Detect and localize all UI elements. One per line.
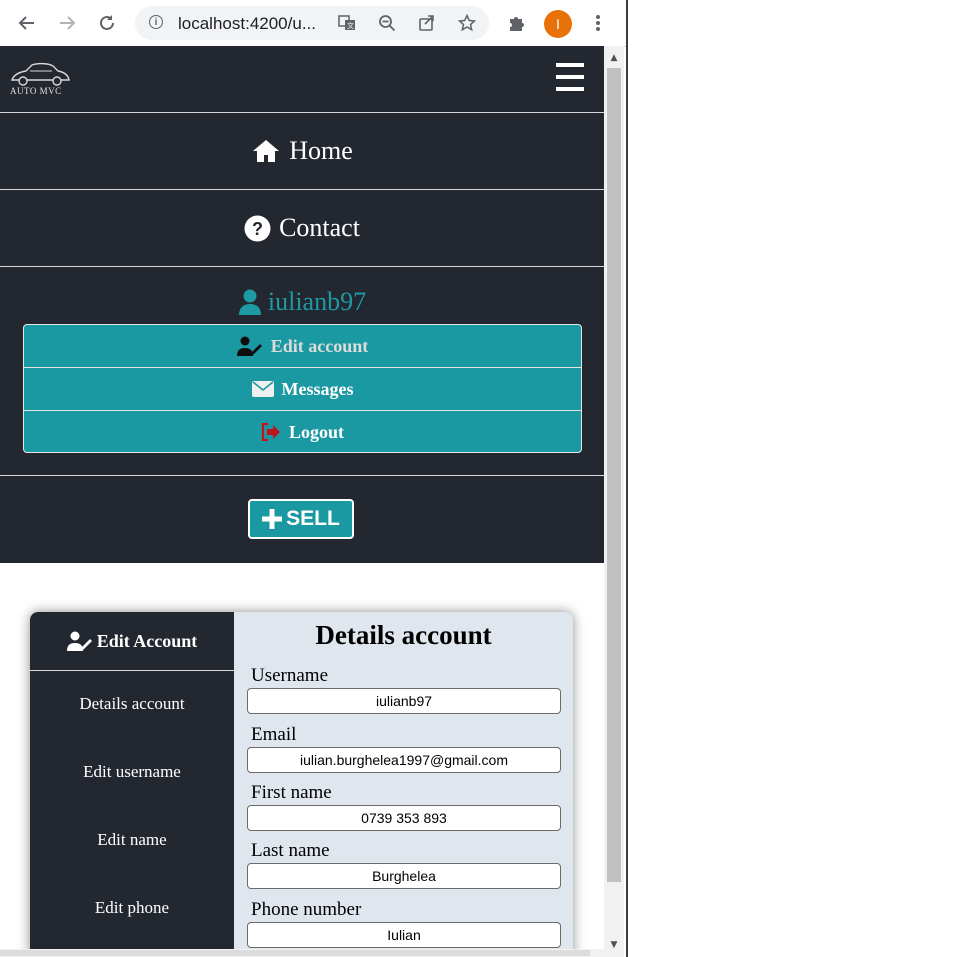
account-card: Edit Account Details account Edit userna… (30, 612, 573, 957)
first-name-field-label: First name (251, 782, 332, 803)
sell-button[interactable]: SELL (248, 499, 354, 539)
nav-home[interactable]: Home (0, 112, 604, 189)
sign-out-icon (261, 423, 281, 441)
svg-text:文: 文 (347, 21, 354, 30)
account-sidebar-title: Edit Account (96, 630, 198, 651)
phone-number-field-label: Phone number (251, 899, 362, 920)
username-field-label: Username (251, 665, 329, 686)
extensions-icon[interactable] (503, 9, 531, 37)
sell-section: SELL (0, 475, 604, 564)
username-field[interactable]: iulianb97 (247, 688, 561, 714)
menu-logout[interactable]: Logout (24, 410, 581, 452)
hamburger-menu-icon[interactable] (556, 63, 584, 95)
logo-text: AUTO MVC (10, 86, 62, 96)
account-details-panel: Details account Username iulianb97 Email… (234, 612, 573, 957)
horizontal-scrollbar-thumb[interactable] (0, 950, 590, 956)
account-sidebar-header: Edit Account (30, 612, 234, 671)
site-info-icon[interactable]: i (149, 15, 163, 29)
bookmark-star-icon[interactable] (455, 11, 479, 35)
user-edit-icon (66, 631, 93, 651)
plus-icon (262, 509, 283, 529)
user-menu-toggle[interactable]: iulianb97 (0, 287, 604, 317)
scroll-down-icon[interactable]: ▼ (604, 937, 624, 953)
zoom-out-icon[interactable] (375, 11, 399, 35)
home-icon (251, 138, 281, 164)
profile-avatar[interactable]: I (544, 10, 572, 38)
translate-icon[interactable]: 文 (335, 11, 359, 35)
menu-edit-account-label: Edit account (270, 335, 369, 356)
envelope-icon (251, 381, 274, 397)
username-label: iulianb97 (267, 287, 367, 316)
nav-contact-label: Contact (279, 213, 360, 242)
menu-messages-label: Messages (281, 378, 354, 399)
question-circle-icon: ? (244, 215, 271, 242)
sidebar-item-details-account[interactable]: Details account (30, 694, 234, 714)
url-text[interactable]: localhost:4200/u... (178, 14, 316, 34)
svg-text:?: ? (252, 219, 263, 239)
address-bar[interactable]: i localhost:4200/u... 文 (135, 6, 489, 40)
last-name-field[interactable]: Burghelea (247, 863, 561, 889)
phone-number-field[interactable]: Iulian (247, 922, 561, 948)
scroll-up-icon[interactable]: ▲ (604, 50, 624, 66)
vertical-scrollbar[interactable]: ▲ ▼ (604, 46, 624, 957)
browser-window: i localhost:4200/u... 文 I AUTO MVC Home … (0, 0, 628, 957)
email-field[interactable]: iulian.burghelea1997@gmail.com (247, 747, 561, 773)
nav-contact[interactable]: ? Contact (0, 189, 604, 266)
menu-logout-label: Logout (288, 421, 344, 442)
web-page: AUTO MVC Home ? Contact iulianb97 Edit a… (0, 46, 604, 957)
nav-home-label: Home (289, 136, 353, 165)
back-icon[interactable] (13, 9, 41, 37)
last-name-field-label: Last name (251, 840, 330, 861)
sell-button-label: SELL (286, 507, 340, 530)
browser-menu-icon[interactable] (584, 9, 612, 37)
auto-mvc-logo[interactable]: AUTO MVC (8, 60, 72, 98)
sidebar-item-edit-username[interactable]: Edit username (30, 762, 234, 782)
scrollbar-thumb[interactable] (607, 68, 621, 882)
details-title: Details account (315, 620, 492, 650)
user-section: iulianb97 Edit account Messages Logout (0, 266, 604, 476)
user-edit-icon (236, 336, 263, 356)
user-dropdown-menu: Edit account Messages Logout (23, 324, 582, 453)
first-name-field[interactable]: 0739 353 893 (247, 805, 561, 831)
reload-icon[interactable] (93, 9, 121, 37)
email-field-label: Email (251, 724, 297, 745)
sidebar-item-edit-name[interactable]: Edit name (30, 830, 234, 850)
browser-toolbar: i localhost:4200/u... 文 I (0, 0, 626, 47)
share-icon[interactable] (415, 11, 439, 35)
horizontal-scrollbar[interactable] (0, 949, 604, 957)
menu-messages[interactable]: Messages (24, 367, 581, 410)
navbar: AUTO MVC Home ? Contact iulianb97 Edit a… (0, 46, 604, 563)
menu-edit-account[interactable]: Edit account (24, 325, 581, 367)
car-logo-icon (11, 62, 70, 86)
sidebar-item-edit-phone[interactable]: Edit phone (30, 898, 234, 918)
user-icon (238, 289, 262, 315)
account-sidebar: Edit Account Details account Edit userna… (30, 612, 234, 957)
forward-icon[interactable] (53, 9, 81, 37)
